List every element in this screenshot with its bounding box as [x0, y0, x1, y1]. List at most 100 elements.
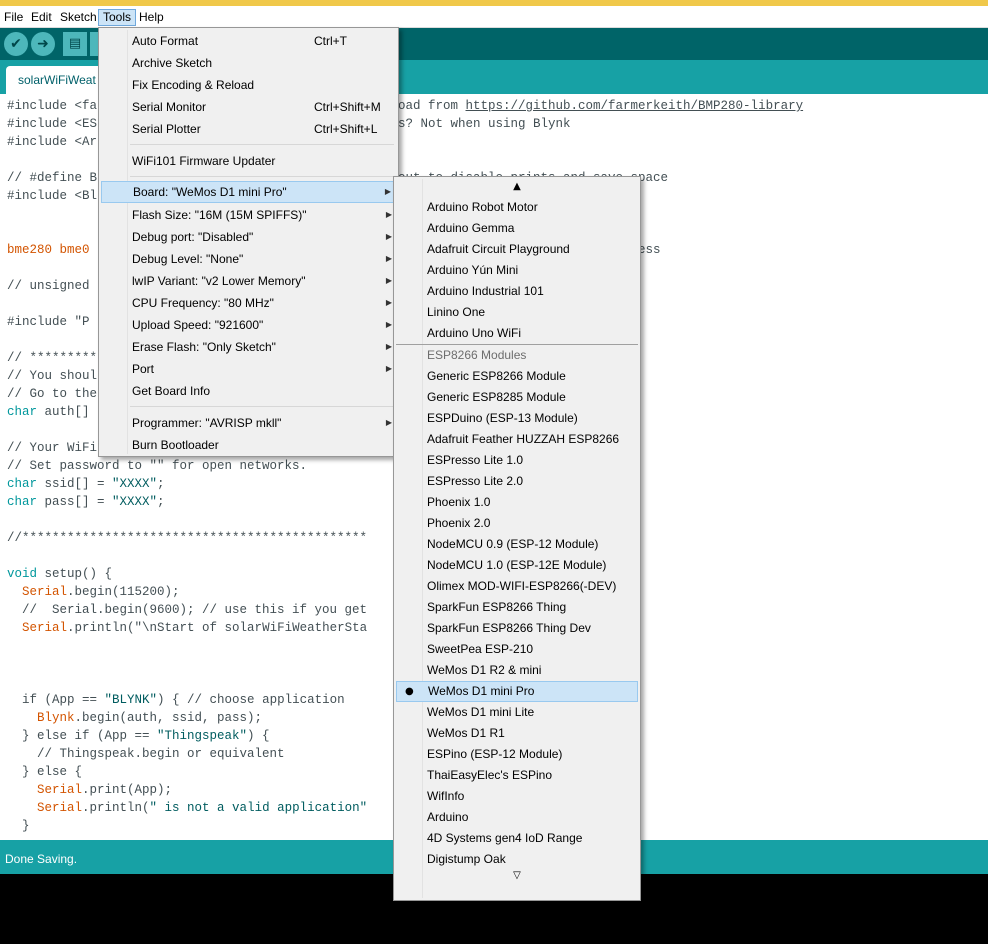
board-item-espduino[interactable]: ESPDuino (ESP-13 Module): [396, 408, 638, 429]
string-literal: "Thingspeak": [157, 729, 248, 743]
menu-item-label: Serial Plotter: [132, 122, 201, 136]
board-item-espresso-lite-1[interactable]: ESPresso Lite 1.0: [396, 450, 638, 471]
board-item-wemos-d1-r1[interactable]: WeMos D1 R1: [396, 723, 638, 744]
submenu-arrow-icon: ▶: [385, 342, 392, 351]
board-item-olimex-mod-wifi[interactable]: Olimex MOD-WIFI-ESP8266(-DEV): [396, 576, 638, 597]
board-item-wemos-d1-mini-pro[interactable]: ● WeMos D1 mini Pro: [396, 681, 638, 702]
board-item-adafruit-feather-huzzah[interactable]: Adafruit Feather HUZZAH ESP8266: [396, 429, 638, 450]
board-item-wemos-d1-r2-mini[interactable]: WeMos D1 R2 & mini: [396, 660, 638, 681]
menu-item-debug-port[interactable]: Debug port: "Disabled" ▶: [101, 226, 396, 248]
board-item-adafruit-circuit-playground[interactable]: Adafruit Circuit Playground: [396, 239, 638, 260]
tools-menu: Auto Format Ctrl+T Archive Sketch Fix Enc…: [98, 27, 399, 457]
code-text: // Serial.begin(9600); // use this if yo…: [7, 603, 368, 617]
code-text: #include <Ar: [7, 135, 98, 149]
menu-item-debug-level[interactable]: Debug Level: "None" ▶: [101, 248, 396, 270]
menu-item-label: WiFi101 Firmware Updater: [132, 154, 276, 168]
menu-item-wifi101-updater[interactable]: WiFi101 Firmware Updater: [101, 150, 396, 172]
string-literal: " is not a valid application": [149, 801, 368, 815]
board-item-generic-esp8285[interactable]: Generic ESP8285 Module: [396, 387, 638, 408]
menu-item-upload-speed[interactable]: Upload Speed: "921600" ▶: [101, 314, 396, 336]
board-item-sparkfun-thing-dev[interactable]: SparkFun ESP8266 Thing Dev: [396, 618, 638, 639]
menu-item-label: Debug port: "Disabled": [132, 230, 254, 244]
menu-tools[interactable]: Tools: [98, 9, 137, 26]
upload-icon[interactable]: ➜: [31, 32, 55, 56]
menu-item-label: Burn Bootloader: [132, 438, 219, 452]
code-text: ) {: [247, 729, 270, 743]
menu-item-programmer[interactable]: Programmer: "AVRISP mkll" ▶: [101, 412, 396, 434]
code-line: // Thingspeak.begin or equivalent: [7, 745, 285, 763]
code-text: .begin(auth, ssid, pass);: [74, 711, 263, 725]
board-item-espresso-lite-2[interactable]: ESPresso Lite 2.0: [396, 471, 638, 492]
code-text: ssid[] =: [37, 477, 113, 491]
menu-item-get-board-info[interactable]: Get Board Info: [101, 380, 396, 402]
code-line: } else if (App == "Thingspeak") {: [7, 727, 270, 745]
board-item-sweetpea-esp210[interactable]: SweetPea ESP-210: [396, 639, 638, 660]
menu-help[interactable]: Help: [135, 9, 168, 26]
board-item-nodemcu-10[interactable]: NodeMCU 1.0 (ESP-12E Module): [396, 555, 638, 576]
selected-bullet-icon: ●: [405, 686, 414, 697]
board-item-thaieasyelec-espino[interactable]: ThaiEasyElec's ESPino: [396, 765, 638, 786]
scroll-down-icon[interactable]: ▽: [394, 870, 640, 881]
menu-item-cpu-frequency[interactable]: CPU Frequency: "80 MHz" ▶: [101, 292, 396, 314]
board-item-phoenix-1[interactable]: Phoenix 1.0: [396, 492, 638, 513]
function-name: Serial: [37, 801, 83, 815]
menu-item-archive-sketch[interactable]: Archive Sketch: [101, 52, 396, 74]
code-text: .begin(115200);: [67, 585, 180, 599]
code-text: s? Not when using Blynk: [398, 117, 571, 131]
menu-item-flash-size[interactable]: Flash Size: "16M (15M SPIFFS)" ▶: [101, 204, 396, 226]
menu-sketch[interactable]: Sketch: [56, 9, 101, 26]
menu-item-serial-plotter[interactable]: Serial Plotter Ctrl+Shift+L: [101, 118, 396, 140]
board-item-sparkfun-thing[interactable]: SparkFun ESP8266 Thing: [396, 597, 638, 618]
board-item-phoenix-2[interactable]: Phoenix 2.0: [396, 513, 638, 534]
board-item-arduino-gemma[interactable]: Arduino Gemma: [396, 218, 638, 239]
board-item-wemos-d1-mini-lite[interactable]: WeMos D1 mini Lite: [396, 702, 638, 723]
board-item-arduino-robot-motor[interactable]: Arduino Robot Motor: [396, 197, 638, 218]
code-line: // #define Bout to disable prints and sa…: [7, 169, 668, 187]
verify-icon[interactable]: ✔: [4, 32, 28, 56]
menu-item-label: Flash Size: "16M (15M SPIFFS)": [132, 208, 307, 222]
menu-item-board[interactable]: Board: "WeMos D1 mini Pro" ▶: [101, 181, 396, 203]
submenu-arrow-icon: ▶: [385, 210, 392, 219]
menu-item-label: CPU Frequency: "80 MHz": [132, 296, 274, 310]
new-icon[interactable]: ▤: [63, 32, 87, 56]
code-line: Serial.print(App);: [7, 781, 172, 799]
menu-item-port[interactable]: Port ▶: [101, 358, 396, 380]
code-line: char ssid[] = "XXXX";: [7, 475, 165, 493]
board-item-4d-systems-gen4[interactable]: 4D Systems gen4 IoD Range: [396, 828, 638, 849]
board-item-nodemcu-09[interactable]: NodeMCU 0.9 (ESP-12 Module): [396, 534, 638, 555]
scroll-up-icon[interactable]: ▲: [394, 181, 640, 192]
menu-item-burn-bootloader[interactable]: Burn Bootloader: [101, 434, 396, 456]
open-icon[interactable]: [90, 32, 98, 56]
code-text: bme280 bme0: [7, 243, 90, 257]
menu-item-fix-encoding[interactable]: Fix Encoding & Reload: [101, 74, 396, 96]
code-line: // Go to the: [7, 385, 97, 403]
menu-item-label: Auto Format: [132, 34, 199, 48]
board-item-arduino-uno-wifi[interactable]: Arduino Uno WiFi: [396, 323, 638, 344]
library-link[interactable]: https://github.com/farmerkeith/BMP280-li…: [466, 99, 804, 113]
code-text: // Your WiFi: [7, 441, 98, 455]
board-item-label: WeMos D1 mini Pro: [428, 684, 535, 698]
menu-item-lwip-variant[interactable]: lwIP Variant: "v2 Lower Memory" ▶: [101, 270, 396, 292]
menu-edit[interactable]: Edit: [27, 9, 56, 26]
string-literal: "XXXX": [112, 495, 158, 509]
board-item-arduino-industrial-101[interactable]: Arduino Industrial 101: [396, 281, 638, 302]
submenu-arrow-icon: ▶: [385, 364, 392, 373]
code-line: char pass[] = "XXXX";: [7, 493, 165, 511]
board-item-arduino-yun-mini[interactable]: Arduino Yún Mini: [396, 260, 638, 281]
menu-file[interactable]: File: [0, 9, 27, 26]
board-item-digistump-oak[interactable]: Digistump Oak: [396, 849, 638, 870]
menu-item-auto-format[interactable]: Auto Format Ctrl+T: [101, 30, 396, 52]
code-line: #include <Ar: [7, 133, 97, 151]
submenu-arrow-icon: ▶: [385, 418, 392, 427]
menu-item-label: Erase Flash: "Only Sketch": [132, 340, 276, 354]
board-item-linino-one[interactable]: Linino One: [396, 302, 638, 323]
board-item-espino[interactable]: ESPino (ESP-12 Module): [396, 744, 638, 765]
board-item-wifinfo[interactable]: WifInfo: [396, 786, 638, 807]
code-text: pass[] =: [37, 495, 113, 509]
code-line: #include <Bl: [7, 187, 97, 205]
menu-item-serial-monitor[interactable]: Serial Monitor Ctrl+Shift+M: [101, 96, 396, 118]
board-item-arduino[interactable]: Arduino: [396, 807, 638, 828]
menu-item-erase-flash[interactable]: Erase Flash: "Only Sketch" ▶: [101, 336, 396, 358]
function-name: Blynk: [37, 711, 75, 725]
board-item-generic-esp8266[interactable]: Generic ESP8266 Module: [396, 366, 638, 387]
